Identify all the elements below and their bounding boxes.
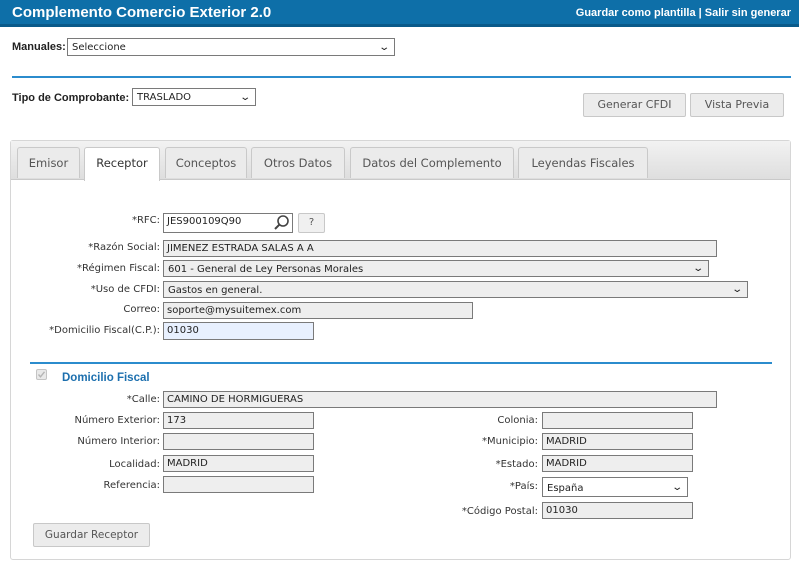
chevron-down-icon: ⌄ [730, 284, 743, 295]
tab-conceptos[interactable]: Conceptos [165, 147, 247, 178]
codigo-postal-label: *Código Postal: [461, 506, 538, 517]
domicilio-fiscal-checkbox[interactable] [36, 369, 47, 380]
tab-leyendas-fiscales[interactable]: Leyendas Fiscales [518, 147, 648, 178]
generar-cfdi-button[interactable]: Generar CFDI [583, 93, 686, 117]
localidad-label: Localidad: [109, 459, 160, 470]
tab-otros-datos[interactable]: Otros Datos [251, 147, 345, 178]
chevron-down-icon: ⌄ [377, 42, 390, 53]
domicilio-fiscal-cp-label: *Domicilio Fiscal(C.P.): [49, 325, 160, 336]
colonia-label: Colonia: [497, 415, 538, 426]
correo-label: Correo: [123, 304, 160, 315]
uso-cfdi-value: Gastos en general. [168, 285, 263, 296]
domicilio-fiscal-cp-input[interactable]: 01030 [163, 322, 314, 340]
razon-social-input[interactable]: JIMENEZ ESTRADA SALAS A A [163, 240, 717, 257]
tab-receptor[interactable]: Receptor [84, 147, 160, 181]
municipio-input[interactable]: MADRID [542, 433, 693, 450]
numero-exterior-input[interactable]: 173 [163, 412, 314, 429]
pais-value: España [547, 483, 584, 494]
manuales-select[interactable]: Seleccione ⌄ [67, 38, 395, 56]
tab-panel [10, 140, 791, 560]
pais-select[interactable]: España ⌄ [542, 477, 688, 497]
chevron-down-icon: ⌄ [691, 263, 704, 274]
save-as-template-link[interactable]: Guardar como plantilla [576, 7, 696, 19]
app-title: Complemento Comercio Exterior 2.0 [12, 4, 272, 21]
referencia-label: Referencia: [103, 480, 160, 491]
municipio-label: *Municipio: [482, 436, 538, 447]
regimen-fiscal-label: *Régimen Fiscal: [77, 263, 160, 274]
tab-datos-del-complemento[interactable]: Datos del Complemento [350, 147, 514, 178]
spellcheck-underline [319, 254, 329, 257]
estado-label: *Estado: [495, 459, 538, 470]
calle-label: *Calle: [126, 394, 160, 405]
colonia-input[interactable] [542, 412, 693, 429]
referencia-input[interactable] [163, 476, 314, 493]
tab-emisor[interactable]: Emisor [17, 147, 80, 178]
razon-social-label: *Razón Social: [88, 242, 160, 253]
chevron-down-icon: ⌄ [670, 482, 683, 493]
domicilio-fiscal-heading: Domicilio Fiscal [62, 372, 150, 384]
chevron-down-icon: ⌄ [238, 92, 251, 103]
numero-interior-input[interactable] [163, 433, 314, 450]
tipo-comprobante-label: Tipo de Comprobante: [12, 92, 130, 104]
tipo-comprobante-select[interactable]: TRASLADO ⌄ [132, 88, 256, 106]
tipo-comprobante-value: TRASLADO [137, 92, 192, 103]
numero-interior-label: Número Interior: [77, 436, 160, 447]
codigo-postal-input[interactable]: 01030 [542, 502, 693, 519]
uso-cfdi-select[interactable]: Gastos en general. ⌄ [163, 281, 748, 298]
manuales-label: Manuales: [12, 41, 66, 53]
correo-input[interactable]: soporte@mysuitemex.com [163, 302, 473, 319]
domicilio-divider [30, 362, 772, 364]
rfc-help-button[interactable]: ? [298, 213, 325, 233]
localidad-input[interactable]: MADRID [163, 455, 314, 472]
vista-previa-button[interactable]: Vista Previa [690, 93, 784, 117]
section-divider [12, 76, 791, 78]
exit-without-generating-link[interactable]: Salir sin generar [705, 7, 791, 19]
rfc-label: *RFC: [131, 215, 160, 226]
regimen-fiscal-select[interactable]: 601 - General de Ley Personas Morales ⌄ [163, 260, 709, 277]
uso-cfdi-label: *Uso de CFDI: [90, 284, 160, 295]
calle-input[interactable]: CAMINO DE HORMIGUERAS [163, 391, 717, 408]
header-link-separator: | [695, 7, 705, 19]
manuales-select-value: Seleccione [72, 42, 126, 53]
guardar-receptor-button[interactable]: Guardar Receptor [33, 523, 150, 547]
regimen-fiscal-value: 601 - General de Ley Personas Morales [168, 264, 364, 275]
search-icon[interactable] [273, 214, 291, 232]
header-links: Guardar como plantilla | Salir sin gener… [576, 7, 791, 19]
estado-input[interactable]: MADRID [542, 455, 693, 472]
numero-exterior-label: Número Exterior: [74, 415, 160, 426]
pais-label: *País: [509, 481, 538, 492]
